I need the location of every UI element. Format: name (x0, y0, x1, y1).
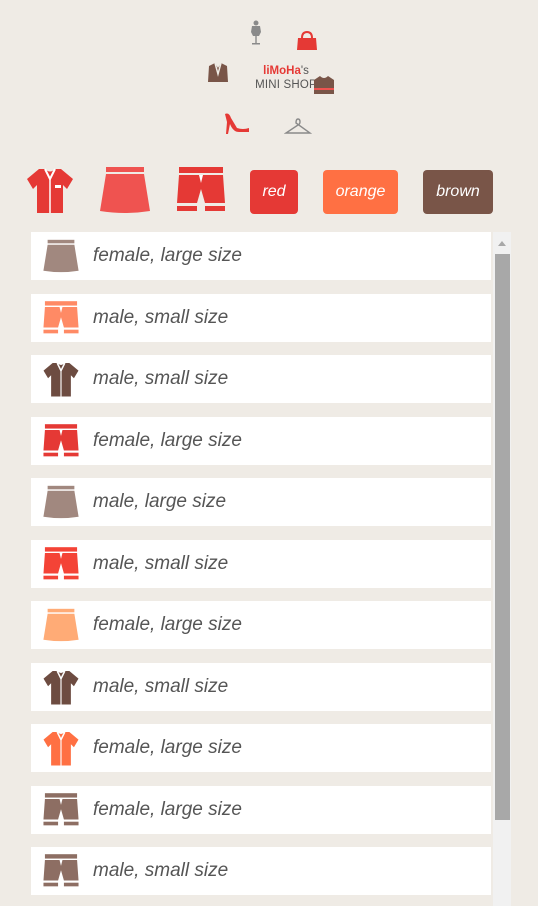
hanger-icon (284, 118, 312, 134)
item-label: female, large size (93, 798, 242, 820)
skirt-filter-button[interactable] (98, 165, 152, 215)
item-label: female, large size (93, 245, 242, 266)
brand-title: liMoHa (263, 65, 301, 77)
product-list: female, large size male, small size male… (31, 232, 511, 906)
list-item[interactable]: female, large size (31, 724, 491, 772)
scrollbar-thumb[interactable] (495, 254, 510, 820)
shorts-icon (41, 851, 81, 891)
high-heel-icon (225, 113, 249, 134)
shorts-icon (41, 790, 81, 830)
skirt-icon (41, 236, 81, 276)
list-item[interactable]: female, large size (31, 601, 491, 649)
shirt-icon (41, 667, 81, 707)
list-item[interactable]: female, large size (31, 785, 491, 834)
mannequin-icon (251, 20, 261, 45)
color-filter-orange[interactable]: orange (323, 170, 398, 214)
item-label: male, small size (93, 860, 229, 881)
handbag-icon (297, 30, 317, 50)
shirt-icon (41, 359, 81, 399)
shorts-icon (41, 544, 81, 584)
list-item[interactable]: male, small size (31, 355, 491, 403)
skirt-icon (41, 605, 81, 645)
shirt-icon (41, 728, 81, 768)
shirt-filter-button[interactable] (25, 165, 75, 215)
item-label: male, large size (93, 491, 227, 512)
item-label: female, large size (93, 737, 242, 758)
item-label: female, large size (93, 614, 242, 635)
jacket-icon (208, 62, 228, 82)
sweater-icon (314, 76, 334, 94)
scroll-up-arrow-icon[interactable] (493, 236, 511, 250)
item-label: male, small size (93, 306, 229, 328)
scrollbar[interactable] (493, 232, 511, 906)
shorts-icon (41, 298, 81, 338)
color-filter-red[interactable]: red (250, 170, 298, 214)
list-item[interactable]: male, small size (31, 662, 491, 711)
list-item[interactable]: male, small size (31, 539, 491, 588)
item-label: male, small size (93, 552, 229, 574)
filter-bar: red orange brown (0, 165, 538, 220)
list-item[interactable]: female, large size (31, 416, 491, 465)
item-label: female, large size (93, 429, 242, 451)
item-label: male, small size (93, 675, 229, 697)
shop-logo: liMoHa's MINI SHOP (0, 0, 538, 150)
color-filter-brown[interactable]: brown (423, 170, 493, 214)
list-item[interactable]: male, large size (31, 478, 491, 526)
skirt-icon (41, 482, 81, 522)
list-item[interactable]: female, large size (31, 232, 491, 280)
shorts-filter-button[interactable] (175, 165, 227, 215)
brand-suffix: 's (300, 65, 309, 77)
item-label: male, small size (93, 368, 229, 389)
shorts-icon (41, 421, 81, 461)
list-item[interactable]: male, small size (31, 293, 491, 342)
list-item[interactable]: male, small size (31, 847, 491, 895)
